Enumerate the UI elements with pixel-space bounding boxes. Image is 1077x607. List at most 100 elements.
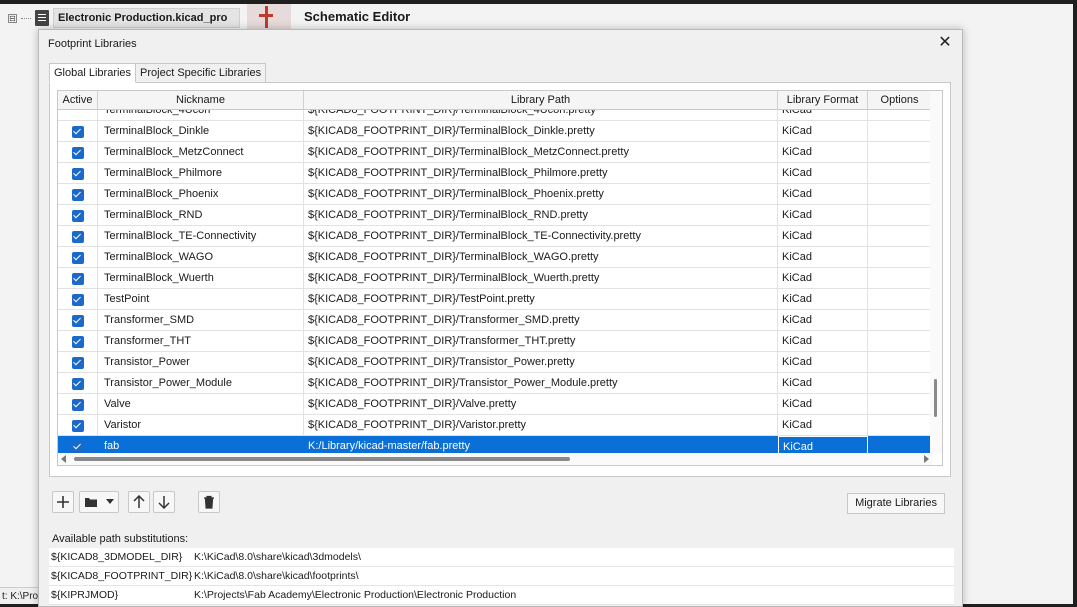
column-header-format[interactable]: Library Format [778,91,868,110]
active-checkbox[interactable] [71,146,84,159]
options-cell[interactable] [868,352,932,373]
table-row[interactable]: TerminalBlock_Dinkle ${KICAD8_FOOTPRINT_D… [58,121,932,142]
path-cell[interactable]: ${KICAD8_FOOTPRINT_DIR}/Transistor_Power… [304,352,778,373]
path-cell[interactable]: ${KICAD8_FOOTPRINT_DIR}/TerminalBlock_4U… [304,110,778,120]
active-cell[interactable] [58,415,98,436]
active-cell[interactable] [58,373,98,394]
active-cell[interactable] [58,163,98,184]
active-checkbox[interactable] [71,440,84,453]
active-checkbox[interactable] [71,314,84,327]
table-row[interactable]: TerminalBlock_Phoenix ${KICAD8_FOOTPRINT_… [58,184,932,205]
format-cell[interactable]: KiCad [778,226,868,247]
browse-library-button[interactable] [79,491,119,513]
nickname-cell[interactable]: TerminalBlock_Dinkle [98,121,304,142]
path-cell[interactable]: ${KICAD8_FOOTPRINT_DIR}/Varistor.pretty [304,415,778,436]
options-cell[interactable] [868,310,932,331]
nickname-cell[interactable]: Valve [98,394,304,415]
table-row[interactable]: TerminalBlock_TE-Connectivity ${KICAD8_FO… [58,226,932,247]
options-cell[interactable] [868,142,932,163]
path-cell[interactable]: ${KICAD8_FOOTPRINT_DIR}/TerminalBlock_Me… [304,142,778,163]
options-cell[interactable] [868,289,932,310]
tab-global-libraries[interactable]: Global Libraries [49,63,137,83]
tree-collapse-toggle[interactable]: ⊟ [8,13,17,23]
scroll-left-icon[interactable] [61,455,66,463]
migrate-libraries-button[interactable]: Migrate Libraries [847,493,945,514]
nickname-cell[interactable]: Transistor_Power [98,352,304,373]
close-button[interactable]: ✕ [936,34,954,52]
chevron-down-icon[interactable] [106,499,114,505]
nickname-cell[interactable]: TerminalBlock_TE-Connectivity [98,226,304,247]
path-cell[interactable]: ${KICAD8_FOOTPRINT_DIR}/TerminalBlock_Ph… [304,163,778,184]
path-cell[interactable]: ${KICAD8_FOOTPRINT_DIR}/TerminalBlock_RN… [304,205,778,226]
path-cell[interactable]: ${KICAD8_FOOTPRINT_DIR}/TestPoint.pretty [304,289,778,310]
nickname-cell[interactable]: TerminalBlock_4Ucon [98,110,304,120]
active-cell[interactable] [58,331,98,352]
path-cell[interactable]: ${KICAD8_FOOTPRINT_DIR}/TerminalBlock_WA… [304,247,778,268]
active-cell[interactable] [58,289,98,310]
options-cell[interactable] [868,331,932,352]
column-header-options[interactable]: Options [868,91,932,110]
options-cell[interactable] [868,247,932,268]
active-cell[interactable] [58,205,98,226]
horizontal-scrollbar[interactable] [58,453,932,465]
move-up-button[interactable] [128,491,150,513]
active-cell[interactable] [58,247,98,268]
nickname-cell[interactable]: TerminalBlock_Philmore [98,163,304,184]
table-row[interactable]: TerminalBlock_4Ucon ${KICAD8_FOOTPRINT_D… [58,110,932,121]
active-checkbox[interactable] [71,230,84,243]
format-cell[interactable]: KiCad [778,110,868,120]
active-checkbox[interactable] [71,272,84,285]
vertical-scroll-thumb[interactable] [934,379,937,417]
options-cell[interactable] [868,394,932,415]
table-row[interactable]: Transformer_THT ${KICAD8_FOOTPRINT_DIR}/T… [58,331,932,352]
tab-project-specific-libraries[interactable]: Project Specific Libraries [135,63,267,83]
path-cell[interactable]: ${KICAD8_FOOTPRINT_DIR}/Valve.pretty [304,394,778,415]
active-checkbox[interactable] [71,377,84,390]
nickname-cell[interactable]: TestPoint [98,289,304,310]
active-checkbox[interactable] [71,251,84,264]
active-cell[interactable] [58,142,98,163]
table-row[interactable]: Varistor ${KICAD8_FOOTPRINT_DIR}/Varistor… [58,415,932,436]
active-checkbox[interactable] [71,167,84,180]
table-row[interactable]: TerminalBlock_MetzConnect ${KICAD8_FOOTPR… [58,142,932,163]
nickname-cell[interactable]: TerminalBlock_WAGO [98,247,304,268]
format-cell[interactable]: KiCad [778,163,868,184]
active-cell[interactable] [58,268,98,289]
active-checkbox[interactable] [71,398,84,411]
format-cell[interactable]: KiCad [778,373,868,394]
format-cell[interactable]: KiCad [778,331,868,352]
active-checkbox[interactable] [71,125,84,138]
options-cell[interactable] [868,121,932,142]
path-cell[interactable]: ${KICAD8_FOOTPRINT_DIR}/TerminalBlock_Di… [304,121,778,142]
format-cell[interactable]: KiCad [778,268,868,289]
table-row[interactable]: Transformer_SMD ${KICAD8_FOOTPRINT_DIR}/T… [58,310,932,331]
project-tree-root[interactable]: ⊟ Electronic Production.kicad_pro [8,8,241,28]
active-cell[interactable] [58,394,98,415]
scroll-right-icon[interactable] [924,455,929,463]
format-cell[interactable]: KiCad [778,415,868,436]
path-cell[interactable]: ${KICAD8_FOOTPRINT_DIR}/TerminalBlock_Ph… [304,184,778,205]
table-row[interactable]: TerminalBlock_RND ${KICAD8_FOOTPRINT_DIR}… [58,205,932,226]
table-row[interactable]: TestPoint ${KICAD8_FOOTPRINT_DIR}/TestPoi… [58,289,932,310]
nickname-cell[interactable]: TerminalBlock_Phoenix [98,184,304,205]
path-cell[interactable]: ${KICAD8_FOOTPRINT_DIR}/Transformer_SMD.… [304,310,778,331]
options-cell[interactable] [868,268,932,289]
add-library-button[interactable] [52,491,74,513]
active-cell[interactable] [58,310,98,331]
path-cell[interactable]: ${KICAD8_FOOTPRINT_DIR}/Transistor_Power… [304,373,778,394]
options-cell[interactable] [868,110,932,120]
active-checkbox[interactable] [71,293,84,306]
active-checkbox[interactable] [71,356,84,369]
schematic-editor-icon[interactable] [247,4,291,30]
path-cell[interactable]: ${KICAD8_FOOTPRINT_DIR}/TerminalBlock_TE… [304,226,778,247]
table-row[interactable]: Transistor_Power ${KICAD8_FOOTPRINT_DIR}/… [58,352,932,373]
active-cell[interactable] [58,184,98,205]
options-cell[interactable] [868,226,932,247]
table-row[interactable]: Transistor_Power_Module ${KICAD8_FOOTPRIN… [58,373,932,394]
table-row[interactable]: TerminalBlock_Philmore ${KICAD8_FOOTPRINT… [58,163,932,184]
active-checkbox[interactable] [71,335,84,348]
vertical-scrollbar[interactable] [930,91,942,453]
table-row[interactable]: TerminalBlock_Wuerth ${KICAD8_FOOTPRINT_D… [58,268,932,289]
format-cell[interactable]: KiCad [778,289,868,310]
format-cell[interactable]: KiCad [778,205,868,226]
